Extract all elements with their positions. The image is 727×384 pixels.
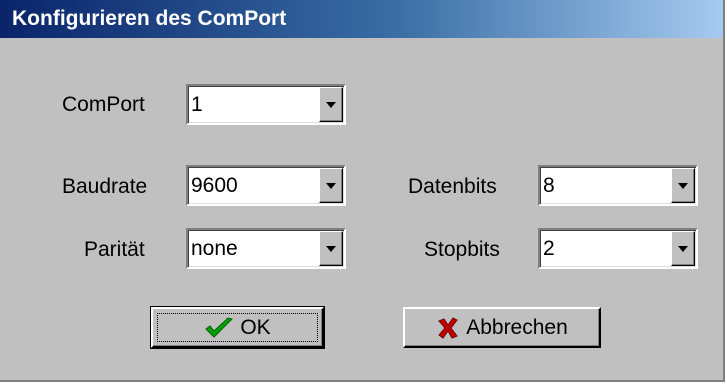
- title-bar[interactable]: Konfigurieren des ComPort: [0, 0, 723, 38]
- x-icon: [436, 316, 460, 340]
- chevron-down-icon: [326, 245, 336, 252]
- datenbits-dropdown-button[interactable]: [671, 168, 695, 203]
- datenbits-value: 8: [543, 174, 555, 197]
- paritaet-label: Parität: [84, 238, 145, 261]
- cancel-button-label: Abbrechen: [466, 315, 568, 339]
- window-title: Konfigurieren des ComPort: [12, 7, 287, 30]
- comport-value: 1: [191, 93, 203, 116]
- chevron-down-icon: [678, 245, 688, 252]
- datenbits-label: Datenbits: [408, 175, 497, 198]
- ok-button-label: OK: [240, 315, 271, 339]
- chevron-down-icon: [678, 182, 688, 189]
- stopbits-value: 2: [543, 237, 555, 260]
- baudrate-value: 9600: [191, 174, 238, 197]
- baudrate-label: Baudrate: [62, 175, 148, 198]
- stopbits-label: Stopbits: [424, 238, 500, 261]
- ok-button[interactable]: OK: [150, 306, 325, 349]
- chevron-down-icon: [326, 101, 336, 108]
- comport-select[interactable]: 1: [186, 84, 346, 125]
- chevron-down-icon: [326, 182, 336, 189]
- checkmark-icon: [204, 316, 234, 340]
- cancel-button[interactable]: Abbrechen: [403, 307, 601, 348]
- paritaet-select[interactable]: none: [186, 228, 346, 269]
- baudrate-select[interactable]: 9600: [186, 165, 346, 206]
- paritaet-value: none: [191, 237, 238, 260]
- comport-dropdown-button[interactable]: [319, 87, 343, 122]
- comport-config-dialog: Konfigurieren des ComPort ComPort 1 Baud…: [0, 0, 725, 382]
- comport-label: ComPort: [62, 93, 145, 116]
- datenbits-select[interactable]: 8: [538, 165, 698, 206]
- baudrate-dropdown-button[interactable]: [319, 168, 343, 203]
- paritaet-dropdown-button[interactable]: [319, 231, 343, 266]
- stopbits-dropdown-button[interactable]: [671, 231, 695, 266]
- stopbits-select[interactable]: 2: [538, 228, 698, 269]
